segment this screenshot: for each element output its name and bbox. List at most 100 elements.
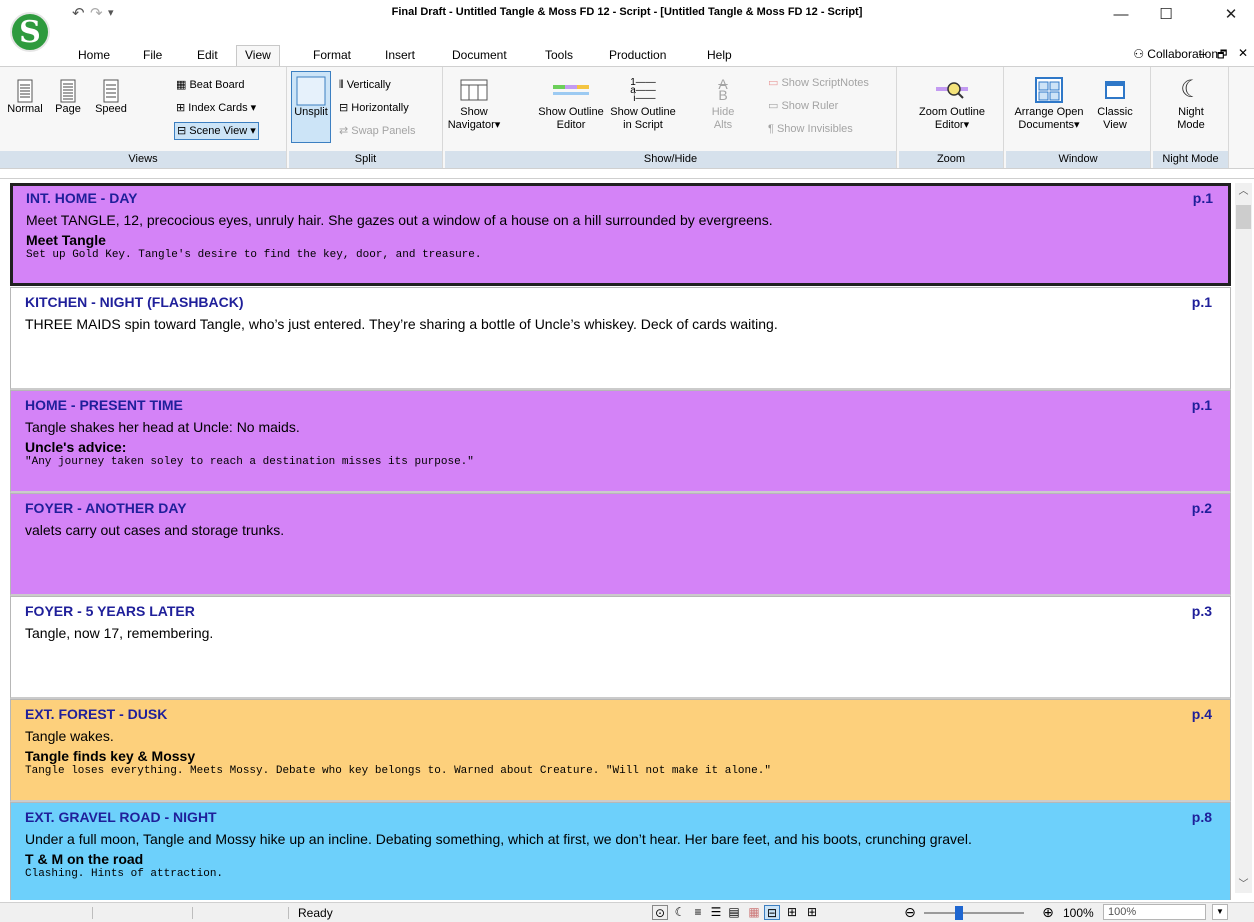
split-horizontally-button[interactable]: ⊟ Horizontally	[339, 100, 409, 116]
show-outline-in-script-label-2: in Script	[623, 119, 663, 131]
zoom-group-label: Zoom	[899, 151, 1003, 168]
scene-action-text: Under a full moon, Tangle and Mossy hike…	[25, 831, 972, 847]
window-group: Arrange Open Documents▾ Classic View Win…	[1006, 67, 1151, 168]
normal-view-icon[interactable]: ≡	[690, 905, 706, 920]
status-separator	[92, 907, 93, 919]
night-mode-button[interactable]: ☾ Night Mode	[1161, 77, 1221, 132]
scene-card[interactable]: KITCHEN - NIGHT (FLASHBACK) p.1 THREE MA…	[10, 287, 1231, 390]
swap-panels-button[interactable]: ⇄ Swap Panels	[339, 123, 416, 139]
scene-heading: INT. HOME - DAY	[26, 190, 138, 206]
scene-card[interactable]: FOYER - ANOTHER DAY p.2 valets carry out…	[10, 493, 1231, 596]
beat-board-icon[interactable]: ▦	[746, 905, 762, 920]
scroll-down-icon[interactable]: ﹀	[1235, 876, 1252, 893]
scene-card[interactable]: INT. HOME - DAY p.1 Meet TANGLE, 12, pre…	[10, 183, 1231, 286]
show-navigator-label-2: Navigator	[447, 119, 495, 131]
zoom-group: Zoom Outline Editor▾ Zoom	[899, 67, 1004, 168]
doc-restore-button[interactable]: 🗗	[1217, 46, 1227, 65]
split-vertical-icon: ⫴	[339, 79, 347, 91]
zoom-outline-editor-button[interactable]: Zoom Outline Editor▾	[907, 79, 997, 132]
scene-view-label: Scene View	[189, 125, 248, 137]
page-view-button[interactable]: Page	[48, 79, 88, 116]
speed-view-button[interactable]: Speed	[90, 79, 132, 116]
normal-view-icon	[17, 79, 33, 103]
index-cards-icon[interactable]: ⊞	[784, 905, 800, 920]
chevron-down-icon[interactable]: ▼	[1212, 904, 1228, 920]
index-cards-button[interactable]: ⊞ Index Cards ▾	[176, 100, 256, 116]
zoom-in-icon[interactable]: ⊕	[1040, 905, 1056, 920]
zoom-combobox[interactable]: 100%	[1103, 904, 1206, 920]
collaboration-icon: ⚇	[1133, 47, 1148, 61]
tab-tools[interactable]: Tools	[545, 48, 573, 62]
scene-view-button[interactable]: ⊟ Scene View ▾	[174, 122, 259, 140]
zoom-outline-icon	[936, 82, 968, 99]
scene-heading: EXT. GRAVEL ROAD - NIGHT	[25, 809, 217, 825]
vertical-scrollbar[interactable]: ︿ ﹀	[1235, 183, 1252, 893]
normal-view-button[interactable]: Normal	[4, 79, 46, 116]
maximize-button[interactable]: ☐	[1144, 0, 1188, 30]
scene-page-number: p.4	[1191, 706, 1212, 722]
speed-view-icon[interactable]: ▤	[726, 905, 742, 920]
doc-close-button[interactable]: ✕	[1238, 46, 1248, 60]
zoom-slider-thumb[interactable]	[955, 906, 963, 920]
minimize-button[interactable]: —	[1099, 0, 1143, 30]
split-vertically-button[interactable]: ⫴ Vertically	[339, 77, 391, 93]
show-ruler-button[interactable]: ▭ Show Ruler	[768, 98, 838, 114]
target-icon[interactable]: ⊙	[652, 905, 668, 920]
tab-home[interactable]: Home	[78, 48, 110, 62]
tab-file[interactable]: File	[143, 48, 162, 62]
unsplit-icon	[296, 76, 326, 106]
scene-summary-title: T & M on the road	[25, 851, 144, 867]
show-invisibles-button[interactable]: ¶ Show Invisibles	[768, 121, 853, 137]
scene-summary-text: Set up Gold Key. Tangle's desire to find…	[26, 249, 482, 261]
hide-alts-label-1: Hide	[711, 106, 735, 118]
hide-alts-button[interactable]: AB Hide Alts	[707, 76, 739, 132]
split-horizontal-icon: ⊟	[339, 102, 352, 114]
window-title: Final Draft - Untitled Tangle & Moss FD …	[391, 6, 863, 18]
tab-production[interactable]: Production	[609, 48, 666, 62]
scene-heading: FOYER - 5 YEARS LATER	[25, 603, 195, 619]
final-draft-logo-icon[interactable]: S	[10, 12, 50, 52]
scene-card[interactable]: FOYER - 5 YEARS LATER p.3 Tangle, now 17…	[10, 596, 1231, 699]
classic-view-icon	[1105, 81, 1125, 99]
tab-document[interactable]: Document	[452, 48, 507, 62]
show-outline-in-script-label-1: Show Outline	[610, 106, 676, 118]
arrange-open-documents-button[interactable]: Arrange Open Documents▾	[1008, 77, 1090, 132]
tab-help[interactable]: Help	[707, 48, 732, 62]
grid-view-icon[interactable]: ⊞	[804, 905, 820, 920]
scene-page-number: p.1	[1191, 294, 1212, 310]
swap-panels-label: Swap Panels	[351, 125, 416, 137]
show-invisibles-label: Show Invisibles	[776, 123, 853, 135]
unsplit-button[interactable]: Unsplit	[291, 71, 331, 143]
tab-format[interactable]: Format	[313, 48, 351, 62]
show-navigator-button[interactable]: Show Navigator▾	[447, 79, 501, 132]
scroll-up-icon[interactable]: ︿	[1235, 183, 1252, 200]
show-outline-editor-button[interactable]: Show Outline Editor	[535, 79, 607, 132]
classic-view-label-1: Classic	[1097, 106, 1133, 118]
tab-insert[interactable]: Insert	[385, 48, 415, 62]
moon-icon[interactable]: ☾	[672, 905, 688, 920]
close-button[interactable]: ✕	[1209, 0, 1253, 30]
scene-card[interactable]: HOME - PRESENT TIME p.1 Tangle shakes he…	[10, 390, 1231, 493]
beat-board-icon: ▦	[176, 79, 190, 91]
page-view-icon[interactable]: ☰	[708, 905, 724, 920]
status-separator	[288, 907, 289, 919]
show-outline-in-script-button[interactable]: 1—— a—— i—— Show Outline in Script	[607, 78, 679, 132]
beat-board-button[interactable]: ▦ Beat Board	[176, 77, 245, 93]
chevron-down-icon: ▾	[1074, 119, 1080, 131]
scene-summary-text: Clashing. Hints of attraction.	[25, 868, 224, 880]
show-scriptnotes-button[interactable]: ▭ Show ScriptNotes	[768, 75, 869, 91]
scene-view-icon[interactable]: ⊟	[764, 905, 780, 920]
hide-alts-icon: AB	[718, 76, 728, 103]
chevron-down-icon: ▾	[494, 119, 501, 131]
tab-edit[interactable]: Edit	[197, 48, 218, 62]
scroll-thumb[interactable]	[1236, 205, 1251, 229]
doc-minimize-button[interactable]: –	[1199, 46, 1206, 61]
zoom-out-icon[interactable]: ⊖	[902, 905, 918, 920]
scene-page-number: p.8	[1191, 809, 1212, 825]
scene-card[interactable]: EXT. FOREST - DUSK p.4 Tangle wakes. Tan…	[10, 699, 1231, 802]
zoom-slider-track[interactable]	[924, 912, 1024, 914]
page-view-icon	[60, 79, 76, 103]
tab-view[interactable]: View	[236, 45, 280, 66]
scene-card[interactable]: EXT. GRAVEL ROAD - NIGHT p.8 Under a ful…	[10, 802, 1231, 900]
classic-view-button[interactable]: Classic View	[1094, 77, 1136, 132]
